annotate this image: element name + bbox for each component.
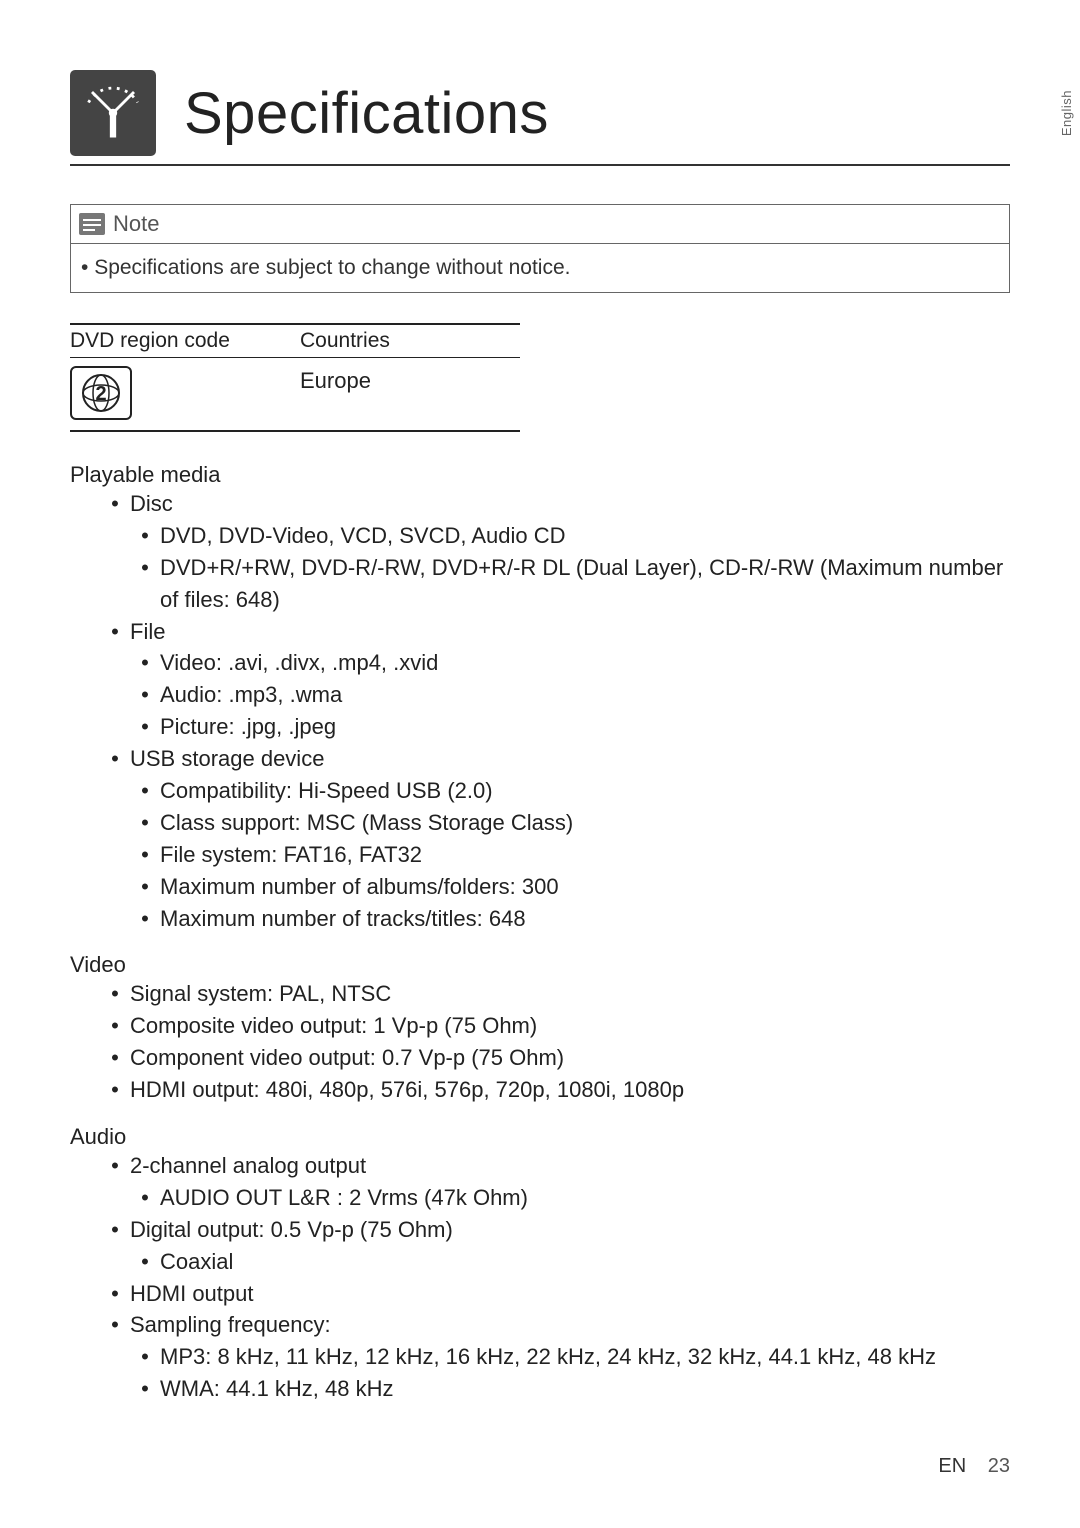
usb-label: USB storage device	[130, 743, 324, 775]
audio-heading: Audio	[70, 1124, 1010, 1150]
list-item: MP3: 8 kHz, 11 kHz, 12 kHz, 16 kHz, 22 k…	[160, 1341, 936, 1373]
page-footer: EN 23	[938, 1455, 1010, 1478]
list-item: DVD, DVD-Video, VCD, SVCD, Audio CD	[160, 520, 566, 552]
region-table: DVD region code Countries 2 Europe	[70, 323, 520, 432]
region-country: Europe	[300, 366, 371, 394]
list-item: Class support: MSC (Mass Storage Class)	[160, 807, 573, 839]
disc-label: Disc	[130, 488, 173, 520]
list-item: HDMI output: 480i, 480p, 576i, 576p, 720…	[130, 1074, 684, 1106]
region-col-countries: Countries	[300, 329, 390, 353]
list-item: Maximum number of tracks/titles: 648	[160, 903, 526, 935]
note-text: Specifications are subject to change wit…	[71, 244, 1009, 292]
page-header: Specifications	[70, 70, 1010, 166]
file-label: File	[130, 616, 165, 648]
footer-lang: EN	[938, 1455, 966, 1477]
list-item: Maximum number of albums/folders: 300	[160, 871, 559, 903]
list-item: Digital output: 0.5 Vp-p (75 Ohm)	[130, 1214, 453, 1246]
list-item: Signal system: PAL, NTSC	[130, 978, 391, 1010]
playable-media-heading: Playable media	[70, 462, 1010, 488]
list-item: WMA: 44.1 kHz, 48 kHz	[160, 1373, 394, 1405]
language-tab: English	[1053, 80, 1080, 146]
note-box: Note Specifications are subject to chang…	[70, 204, 1010, 293]
list-item: File system: FAT16, FAT32	[160, 839, 422, 871]
list-item: Compatibility: Hi-Speed USB (2.0)	[160, 775, 493, 807]
footer-page: 23	[988, 1455, 1010, 1477]
list-item: Picture: .jpg, .jpeg	[160, 711, 336, 743]
list-item: DVD+R/+RW, DVD-R/-RW, DVD+R/-R DL (Dual …	[160, 552, 1010, 616]
region-col-code: DVD region code	[70, 329, 300, 353]
note-icon	[79, 213, 105, 235]
page-title: Specifications	[184, 80, 549, 147]
list-item: Component video output: 0.7 Vp-p (75 Ohm…	[130, 1042, 564, 1074]
note-label: Note	[113, 211, 159, 237]
list-item: Audio: .mp3, .wma	[160, 679, 342, 711]
list-item: Composite video output: 1 Vp-p (75 Ohm)	[130, 1010, 537, 1042]
gauge-icon	[70, 70, 156, 156]
list-item: AUDIO OUT L&R : 2 Vrms (47k Ohm)	[160, 1182, 528, 1214]
list-item: HDMI output	[130, 1278, 254, 1310]
list-item: Sampling frequency:	[130, 1309, 331, 1341]
svg-text:2: 2	[95, 383, 106, 405]
video-heading: Video	[70, 952, 1010, 978]
dvd-region-icon: 2	[70, 366, 132, 420]
list-item: Coaxial	[160, 1246, 233, 1278]
list-item: 2-channel analog output	[130, 1150, 366, 1182]
list-item: Video: .avi, .divx, .mp4, .xvid	[160, 647, 438, 679]
